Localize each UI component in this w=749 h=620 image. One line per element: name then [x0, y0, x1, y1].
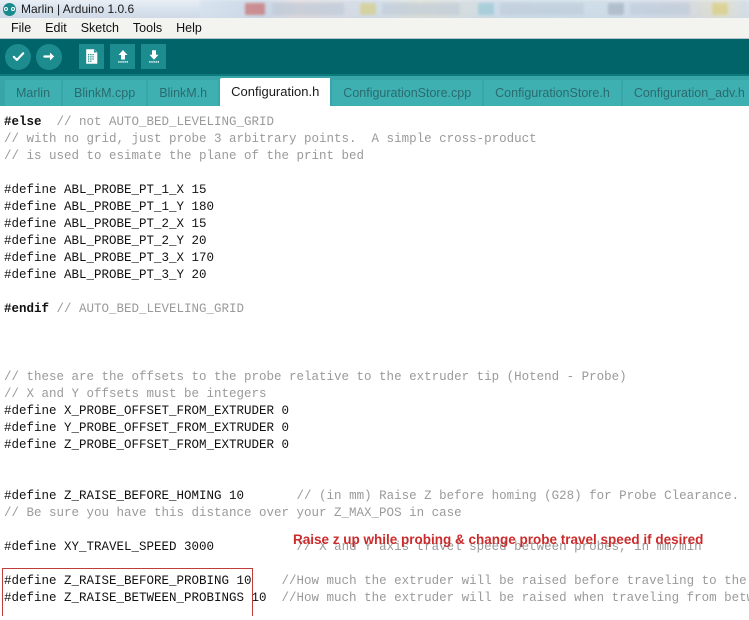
code-line: #define Z_RAISE_BEFORE_HOMING 10 // (in …	[4, 489, 740, 503]
menu-item-help[interactable]: Help	[169, 18, 209, 38]
background-ghost-icon-4	[382, 3, 460, 15]
menu-item-sketch[interactable]: Sketch	[74, 18, 126, 38]
toolbar	[0, 39, 749, 76]
tab-blinkm-h[interactable]: BlinkM.h	[148, 80, 221, 106]
background-ghost-icon-1	[245, 3, 265, 15]
tab-configurationstore-cpp[interactable]: ConfigurationStore.cpp	[332, 80, 485, 106]
verify-button[interactable]	[5, 43, 31, 70]
arrow-down-icon	[146, 48, 162, 65]
background-ghost-icon-3	[360, 3, 376, 15]
background-ghost-icon-7	[608, 3, 624, 15]
code-line: #define ABL_PROBE_PT_1_Y 180	[4, 200, 215, 214]
tab-bar: Marlin BlinkM.cpp BlinkM.h Configuration…	[0, 76, 749, 106]
background-ghost-icon-8	[630, 3, 690, 15]
arrow-up-icon	[115, 48, 131, 65]
code-line: #else // not AUTO_BED_LEVELING_GRID	[4, 115, 275, 129]
code-line: #define ABL_PROBE_PT_1_X 15	[4, 183, 207, 197]
code-line: // with no grid, just probe 3 arbitrary …	[4, 132, 537, 146]
code-line: #define Z_RAISE_BEFORE_PROBING 10 //How …	[4, 574, 747, 588]
background-ghost-icon-9	[712, 3, 728, 15]
code-line: // X and Y offsets must be integers	[4, 387, 267, 401]
tab-blinkm-cpp[interactable]: BlinkM.cpp	[63, 80, 149, 106]
code-line: #define Z_RAISE_BETWEEN_PROBINGS 10 //Ho…	[4, 591, 749, 605]
title-bar: Marlin | Arduino 1.0.6	[0, 0, 749, 18]
code-line: #define X_PROBE_OFFSET_FROM_EXTRUDER 0	[4, 404, 290, 418]
new-button[interactable]	[79, 44, 104, 69]
code-line: #endif // AUTO_BED_LEVELING_GRID	[4, 302, 245, 316]
tab-configuration-h[interactable]: Configuration.h	[220, 78, 333, 106]
background-ghost-icon-6	[500, 3, 584, 15]
upload-button[interactable]	[36, 43, 62, 70]
code-line: #define ABL_PROBE_PT_2_X 15	[4, 217, 207, 231]
code-line: // is used to esimate the plane of the p…	[4, 149, 365, 163]
menu-bar: File Edit Sketch Tools Help	[0, 18, 749, 39]
code-line: #define ABL_PROBE_PT_3_X 170	[4, 251, 215, 265]
red-annotation-text: Raise z up while probing & change probe …	[293, 532, 704, 547]
code-line: #define Y_PROBE_OFFSET_FROM_EXTRUDER 0	[4, 421, 290, 435]
background-ghost-icon-5	[478, 3, 494, 15]
menu-item-tools[interactable]: Tools	[126, 18, 169, 38]
code-line: // Be sure you have this distance over y…	[4, 506, 462, 520]
code-line: #define Z_PROBE_OFFSET_FROM_EXTRUDER 0	[4, 438, 290, 452]
arduino-logo-icon	[3, 2, 16, 16]
menu-item-file[interactable]: File	[4, 18, 38, 38]
save-button[interactable]	[141, 44, 166, 69]
tab-configurationstore-h[interactable]: ConfigurationStore.h	[484, 80, 623, 106]
code-line: // these are the offsets to the probe re…	[4, 370, 627, 384]
arrow-right-icon	[42, 49, 57, 64]
checkmark-icon	[11, 49, 26, 64]
code-line: #define ABL_PROBE_PT_2_Y 20	[4, 234, 207, 248]
open-button[interactable]	[110, 44, 135, 69]
code-line: #define ABL_PROBE_PT_3_Y 20	[4, 268, 207, 282]
window-title: Marlin | Arduino 1.0.6	[21, 2, 135, 16]
code-editor[interactable]: #else // not AUTO_BED_LEVELING_GRID // w…	[0, 106, 749, 616]
tab-configuration-adv-h[interactable]: Configuration_adv.h	[622, 80, 749, 106]
tab-marlin[interactable]: Marlin	[5, 80, 64, 106]
background-ghost-icon-2	[272, 3, 344, 15]
menu-item-edit[interactable]: Edit	[38, 18, 74, 38]
new-file-icon	[84, 48, 100, 65]
